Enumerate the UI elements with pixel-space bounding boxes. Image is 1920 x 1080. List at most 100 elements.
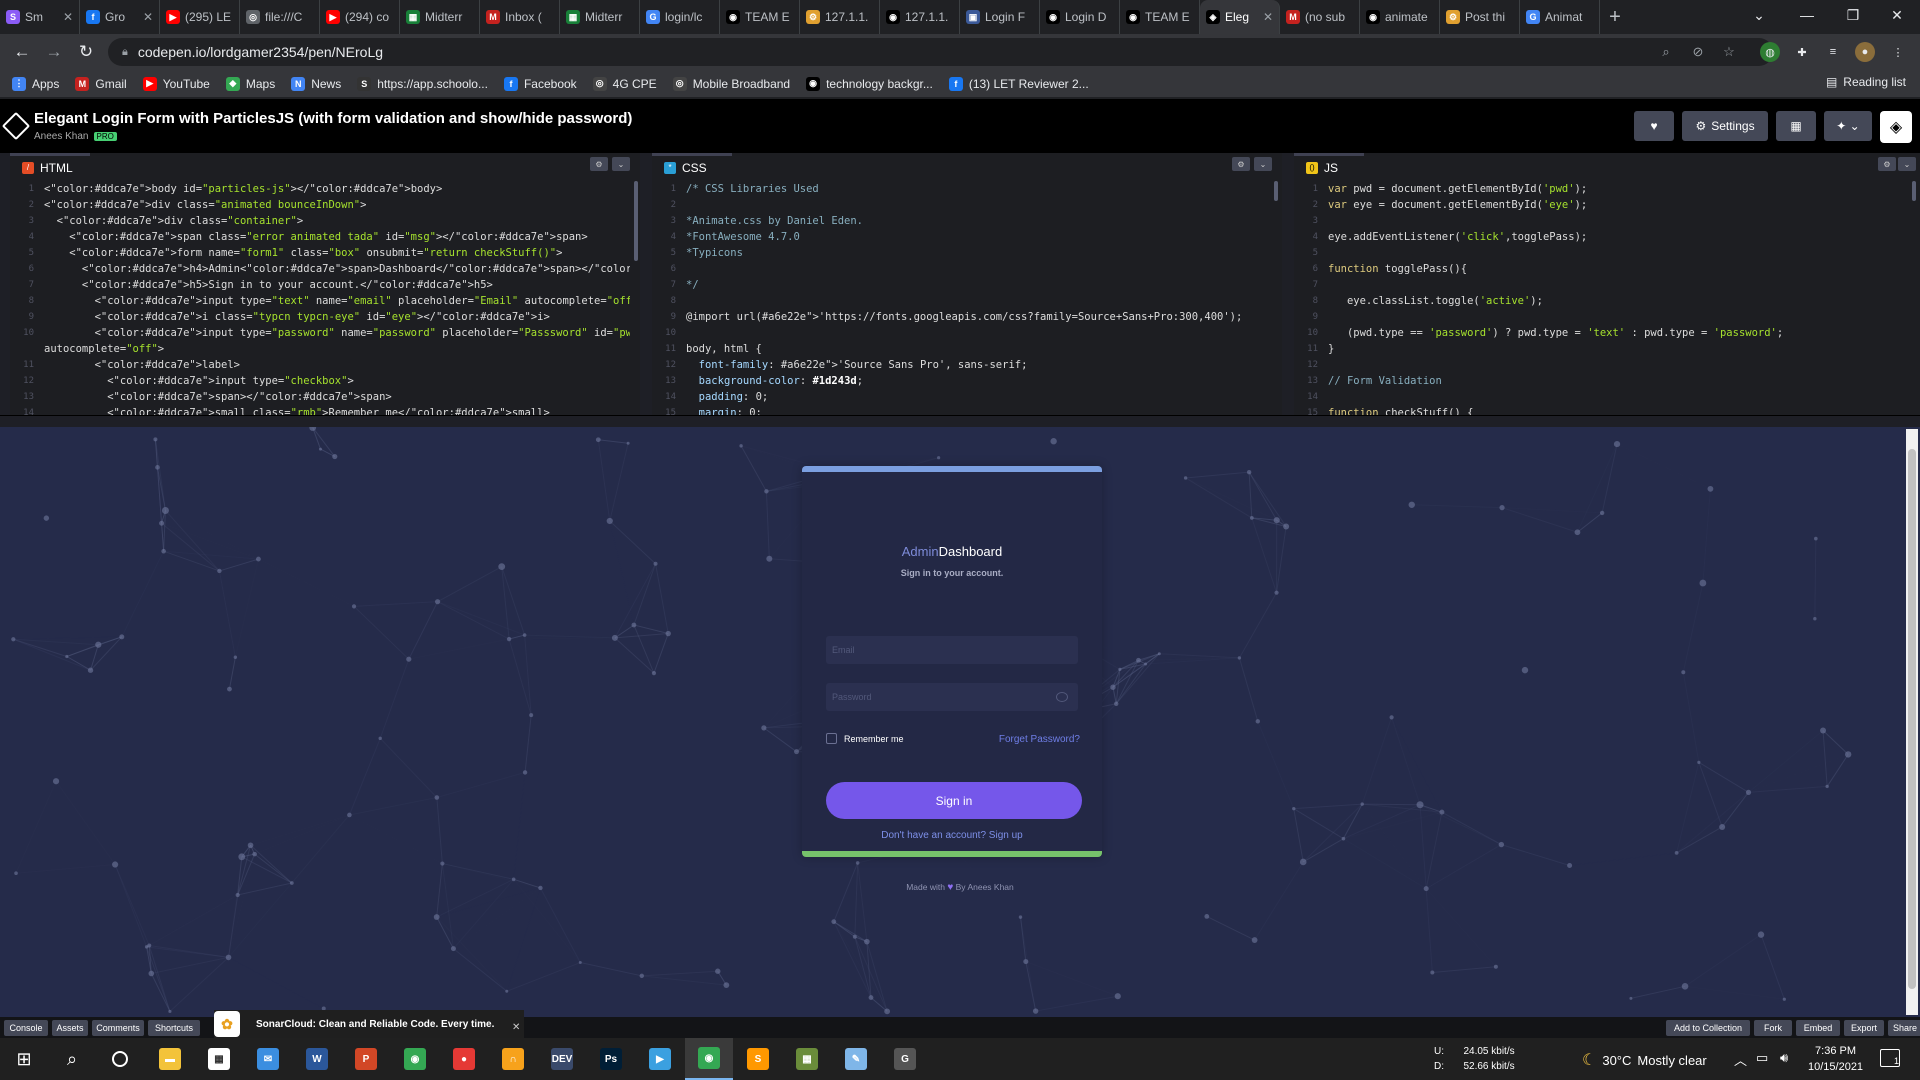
code-line[interactable]: 11 body, html { [652, 341, 1272, 357]
code-text[interactable]: *Typicons [686, 245, 1272, 261]
browser-tab[interactable]: ◎ file:///C [240, 0, 320, 34]
extension-globe-icon[interactable]: ◍ [1760, 42, 1780, 62]
taskbar-app-notepad[interactable]: ✎ [832, 1038, 880, 1080]
notification-center-icon[interactable]: 1 [1880, 1049, 1900, 1067]
menu-kebab-icon[interactable]: ⋮ [1888, 42, 1908, 62]
change-view-button[interactable]: ▦ [1776, 111, 1816, 141]
start-button[interactable]: ⊞ [0, 1038, 48, 1080]
code-text[interactable]: padding: 0; [686, 389, 1272, 405]
code-text[interactable]: function togglePass(){ [1328, 261, 1910, 277]
made-with-author[interactable]: By Anees Khan [956, 882, 1014, 892]
bookmark-item[interactable]: N News [291, 76, 341, 91]
code-line[interactable]: 14 padding: 0; [652, 389, 1272, 405]
browser-tab[interactable]: ▶ (294) co [320, 0, 400, 34]
bookmark-item[interactable]: ▶ YouTube [142, 76, 210, 91]
code-text[interactable]: eye.classList.toggle('active'); [1328, 293, 1910, 309]
code-text[interactable] [686, 325, 1272, 341]
pen-author[interactable]: Anees Khan PRO [34, 131, 117, 142]
code-text[interactable]: body, html { [686, 341, 1272, 357]
code-line[interactable]: 2 <"color:#ddca7e">div class="animated bo… [10, 197, 630, 213]
code-line[interactable]: 14 [1294, 389, 1910, 405]
footer-comments-button[interactable]: Comments [92, 1020, 144, 1036]
browser-tab[interactable]: M Inbox ( [480, 0, 560, 34]
browser-tab[interactable]: Glogin/lc [640, 0, 720, 34]
code-text[interactable]: <"color:#ddca7e">span></"color:#ddca7e">… [44, 389, 630, 405]
preview-scrollbar-thumb[interactable] [1908, 449, 1916, 989]
code-text[interactable] [686, 197, 1272, 213]
browser-tab[interactable]: ◉ Login D [1040, 0, 1120, 34]
search-button[interactable]: ⌕ [48, 1038, 96, 1080]
taskbar-app-word[interactable]: W [293, 1038, 341, 1080]
browser-tab[interactable]: ⚙ 127.1.1. [800, 0, 880, 34]
footer-export-button[interactable]: Export [1844, 1020, 1884, 1036]
footer-fork-button[interactable]: Fork [1754, 1020, 1792, 1036]
taskbar-app-chrome-active[interactable]: ◉ [685, 1038, 733, 1080]
code-line[interactable]: 14 <"color:#ddca7e">small class="rmb">Re… [10, 405, 630, 415]
taskbar-app-mail[interactable]: ✉ [244, 1038, 292, 1080]
taskbar-app-github[interactable]: G [881, 1038, 929, 1080]
footer-shortcuts-button[interactable]: Shortcuts [148, 1020, 200, 1036]
heart-button[interactable]: ♥ [1634, 111, 1674, 141]
sign-up-link[interactable]: Don't have an account? Sign up [802, 830, 1102, 841]
code-line[interactable]: 7 */ [652, 277, 1272, 293]
js-settings-gear-icon[interactable]: ⚙ [1878, 157, 1896, 171]
code-text[interactable]: <"color:#ddca7e">div class="animated bou… [44, 197, 630, 213]
code-line[interactable]: 4 eye.addEventListener('click',togglePass… [1294, 229, 1910, 245]
preview-scrollbar[interactable] [1906, 429, 1918, 1015]
checkbox-box[interactable] [826, 733, 837, 744]
network-icon[interactable]: ▭ [1756, 1050, 1768, 1066]
code-text[interactable]: <"color:#ddca7e">input type="text" name=… [44, 293, 630, 309]
footer-assets-button[interactable]: Assets [52, 1020, 88, 1036]
code-text[interactable] [1328, 357, 1910, 373]
browser-tab[interactable]: ◈ Eleg ✕ [1200, 0, 1280, 34]
code-text[interactable]: <"color:#ddca7e">input type="checkbox"> [44, 373, 630, 389]
js-code[interactable]: 1 var pwd = document.getElementById('pwd'… [1294, 181, 1910, 415]
code-line[interactable]: 5 <"color:#ddca7e">form name="form1" cla… [10, 245, 630, 261]
media-queue-icon[interactable]: ≡ [1823, 42, 1843, 62]
browser-tab[interactable]: ◉ 127.1.1. [880, 0, 960, 34]
forward-arrow-icon[interactable]: → [42, 40, 66, 64]
html-code[interactable]: 1 <"color:#ddca7e">body id="particles-js"… [10, 181, 630, 415]
browser-tab[interactable]: ▦ Midterr [400, 0, 480, 34]
bookmark-item[interactable]: f Facebook [503, 76, 577, 91]
code-line[interactable]: 4 <"color:#ddca7e">span class="error ani… [10, 229, 630, 245]
code-text[interactable]: <"color:#ddca7e">label> [44, 357, 630, 373]
browser-tab[interactable]: f Gro ✕ [80, 0, 160, 34]
author-name[interactable]: Anees Khan [34, 131, 89, 142]
code-line[interactable]: 2 var eye = document.getElementById('eye'… [1294, 197, 1910, 213]
email-input[interactable]: Email [826, 636, 1078, 664]
code-line[interactable]: 12 font-family: #a6e22e">'Source Sans Pr… [652, 357, 1272, 373]
code-line[interactable]: 8 <"color:#ddca7e">input type="text" nam… [10, 293, 630, 309]
code-text[interactable]: function checkStuff() { [1328, 405, 1910, 415]
bookmark-item[interactable]: M Gmail [75, 76, 127, 91]
close-window-button[interactable]: ✕ [1874, 0, 1920, 30]
code-text[interactable] [686, 293, 1272, 309]
browser-tab[interactable]: G Animat [1520, 0, 1600, 34]
footer-add-to-collection-button[interactable]: Add to Collection [1666, 1020, 1750, 1036]
volume-icon[interactable]: 🔊︎ [1780, 1050, 1788, 1066]
code-line[interactable]: 13 background-color: #1d243d; [652, 373, 1272, 389]
code-line[interactable]: 3 *Animate.css by Daniel Eden. [652, 213, 1272, 229]
browser-tab[interactable]: S Sm ✕ [0, 0, 80, 34]
code-text[interactable] [686, 261, 1272, 277]
code-line[interactable]: 15 function checkStuff() { [1294, 405, 1910, 415]
bookmark-item[interactable]: ⋮ Apps [12, 76, 59, 91]
tab-close-icon[interactable]: ✕ [63, 10, 73, 24]
sign-in-button[interactable]: Sign in [826, 782, 1082, 819]
browser-tab[interactable]: ◉ TEAM E [1120, 0, 1200, 34]
code-text[interactable]: <"color:#ddca7e">h4>Admin<"color:#ddca7e… [44, 261, 630, 277]
code-line[interactable]: 7 [1294, 277, 1910, 293]
code-text[interactable]: // Form Validation [1328, 373, 1910, 389]
code-text[interactable]: font-family: #a6e22e">'Source Sans Pro',… [686, 357, 1272, 373]
code-text[interactable]: (pwd.type == 'password') ? pwd.type = 't… [1328, 325, 1910, 341]
code-text[interactable] [1328, 277, 1910, 293]
code-text[interactable]: <"color:#ddca7e">form name="form1" class… [44, 245, 630, 261]
css-editor[interactable]: * CSS ⚙ ⌄ 1 /* CSS Libraries Used 2 3 *Anima… [652, 153, 1282, 415]
code-text[interactable] [1328, 389, 1910, 405]
code-line[interactable]: 11} [1294, 341, 1910, 357]
taskbar-app-powerpoint[interactable]: P [342, 1038, 390, 1080]
code-text[interactable]: autocomplete="off"> [44, 341, 630, 357]
html-editor-tab[interactable]: / HTML [10, 153, 90, 179]
code-text[interactable]: <"color:#ddca7e">input type="password" n… [44, 325, 630, 341]
maximize-button[interactable]: ❐ [1830, 0, 1876, 30]
